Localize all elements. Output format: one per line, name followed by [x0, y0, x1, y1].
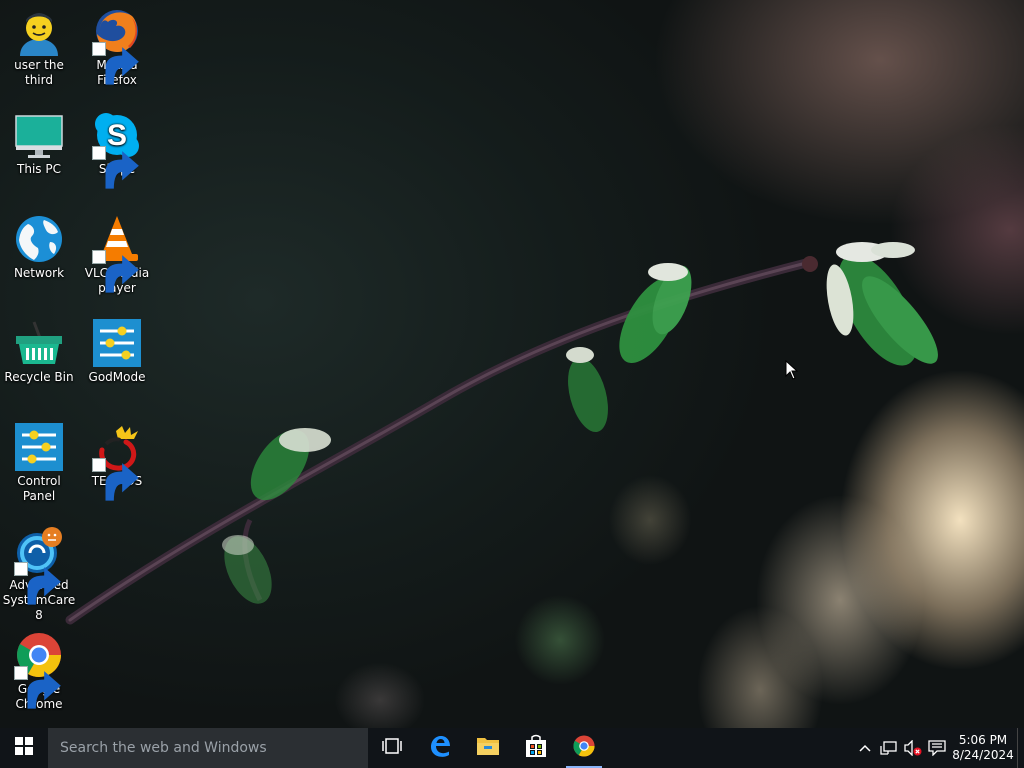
desktop-icon-this-pc[interactable]: This PC	[0, 106, 78, 177]
skype-icon: S	[92, 110, 142, 189]
shortcut-arrow-icon	[92, 42, 139, 85]
clock-time: 5:06 PM	[958, 733, 1008, 747]
desktop-icon-teamos[interactable]: TEAMOS	[78, 418, 156, 501]
desktop-icon-label: Control Panel	[17, 474, 61, 503]
vlc-cone-icon	[92, 214, 142, 293]
store-button[interactable]	[512, 728, 560, 768]
chrome-icon	[572, 734, 596, 762]
chrome-taskbar-button[interactable]	[560, 728, 608, 768]
shortcut-arrow-icon	[14, 666, 61, 709]
edge-icon	[428, 734, 452, 762]
desktop-icon-control-panel[interactable]: Control Panel	[0, 418, 78, 504]
store-bag-icon	[525, 734, 547, 762]
user-icon	[14, 6, 64, 56]
shortcut-arrow-icon	[92, 250, 139, 293]
system-tray: 5:06 PM 8/24/2024	[853, 728, 1024, 768]
desktop-icon-label: GodMode	[88, 370, 146, 384]
chrome-icon	[14, 630, 64, 709]
desktop-icon-label: Network	[13, 266, 65, 280]
file-explorer-button[interactable]	[464, 728, 512, 768]
windows-logo-icon	[15, 737, 33, 759]
firefox-icon	[92, 6, 142, 85]
task-view-icon	[381, 737, 403, 759]
settings-sliders-icon	[14, 422, 64, 472]
clock-date: 8/24/2024	[952, 748, 1014, 762]
desktop-icon-label: user the third	[14, 58, 64, 87]
shortcut-arrow-icon	[92, 458, 139, 501]
desktop-icon-advanced-systemcare-8[interactable]: Advanced SystemCare 8	[0, 522, 78, 623]
edge-button[interactable]	[416, 728, 464, 768]
task-view-button[interactable]	[368, 728, 416, 768]
folder-icon	[476, 735, 500, 761]
desktop-icon-godmode[interactable]: GodMode	[78, 314, 156, 385]
desktop-icon-network[interactable]: Network	[0, 210, 78, 281]
volume-muted-icon[interactable]	[901, 728, 925, 768]
desktop-icon-label: Recycle Bin	[4, 370, 74, 384]
desktop-icon-mozilla-firefox[interactable]: Mozilla Firefox	[78, 2, 156, 88]
search-placeholder: Search the web and Windows	[60, 740, 267, 756]
network-icon[interactable]	[877, 728, 901, 768]
desktop-icon-vlc-media-player[interactable]: VLC media player	[78, 210, 156, 296]
shortcut-arrow-icon	[92, 146, 139, 189]
desktop-icon-label: This PC	[17, 162, 61, 176]
globe-icon	[14, 214, 64, 264]
desktop-icon-recycle-bin[interactable]: Recycle Bin	[0, 314, 78, 385]
systemcare-icon	[14, 526, 64, 605]
teamos-crown-icon	[92, 422, 142, 501]
clock[interactable]: 5:06 PM 8/24/2024	[949, 733, 1017, 763]
start-button[interactable]	[0, 728, 48, 768]
desktop-icon-google-chrome[interactable]: Google Chrome	[0, 626, 78, 712]
settings-sliders-icon	[92, 318, 142, 368]
monitor-icon	[14, 110, 64, 160]
chevron-up-icon[interactable]	[853, 728, 877, 768]
taskbar: Search the web and Windows 5:06 PM 8/24/…	[0, 728, 1024, 768]
recycle-bin-icon	[14, 318, 64, 368]
show-desktop-button[interactable]	[1017, 728, 1024, 768]
desktop-icon-user-the-third[interactable]: user the third	[0, 2, 78, 88]
search-input[interactable]: Search the web and Windows	[48, 728, 368, 768]
mouse-cursor-icon	[785, 359, 799, 384]
desktop-icon-skype[interactable]: S Skype	[78, 106, 156, 189]
notification-icon[interactable]	[925, 728, 949, 768]
shortcut-arrow-icon	[14, 562, 61, 605]
